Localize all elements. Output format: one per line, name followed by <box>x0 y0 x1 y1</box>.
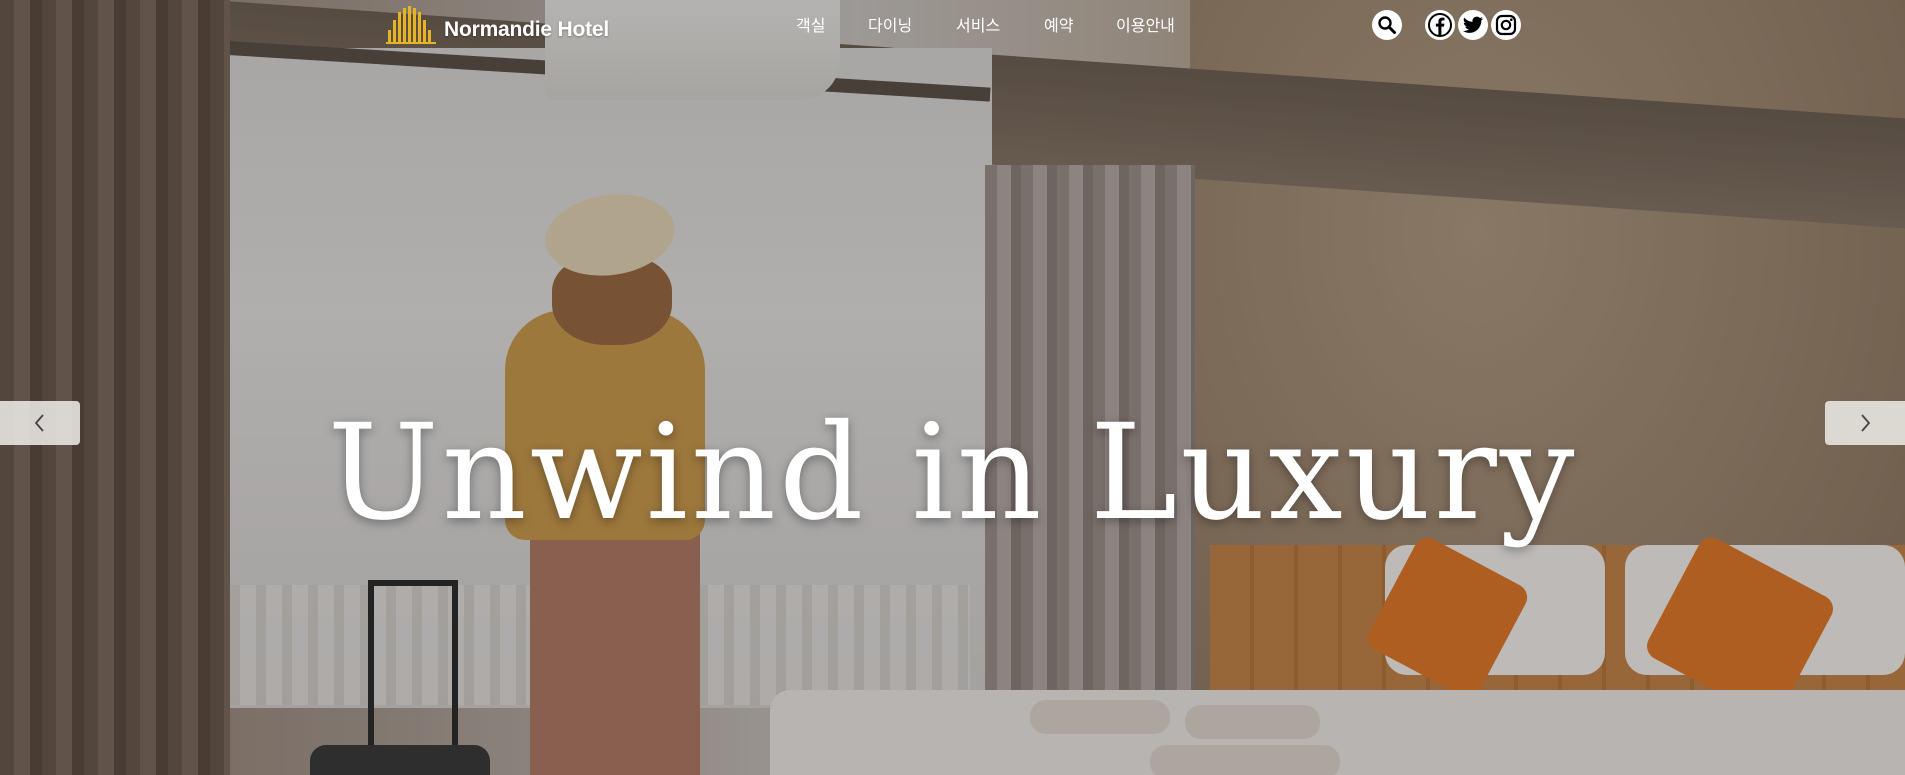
nav-item-rooms[interactable]: 객실 <box>796 12 825 36</box>
nav-item-dining[interactable]: 다이닝 <box>868 12 912 36</box>
twitter-link[interactable] <box>1458 10 1488 40</box>
hero-dark-overlay <box>0 0 1905 775</box>
hero-background-image <box>0 0 1905 775</box>
instagram-icon <box>1495 14 1517 36</box>
search-button[interactable] <box>1372 10 1402 40</box>
slider-next-button[interactable] <box>1825 401 1905 445</box>
search-icon <box>1378 16 1396 34</box>
hotel-building-logo-icon <box>386 6 436 44</box>
instagram-link[interactable] <box>1491 10 1521 40</box>
facebook-icon <box>1428 13 1452 37</box>
facebook-link[interactable] <box>1425 10 1455 40</box>
brand-logo-link[interactable]: Normandie Hotel <box>386 6 609 44</box>
twitter-icon <box>1462 16 1484 33</box>
nav-item-info[interactable]: 이용안내 <box>1116 12 1175 36</box>
chevron-left-icon <box>34 414 44 432</box>
hero-title: Unwind in Luxury <box>327 396 1578 550</box>
chevron-right-icon <box>1861 414 1871 432</box>
brand-name: Normandie Hotel <box>444 18 610 41</box>
slider-prev-button[interactable] <box>0 401 80 445</box>
nav-item-booking[interactable]: 예약 <box>1044 12 1073 36</box>
nav-item-services[interactable]: 서비스 <box>956 12 1000 36</box>
